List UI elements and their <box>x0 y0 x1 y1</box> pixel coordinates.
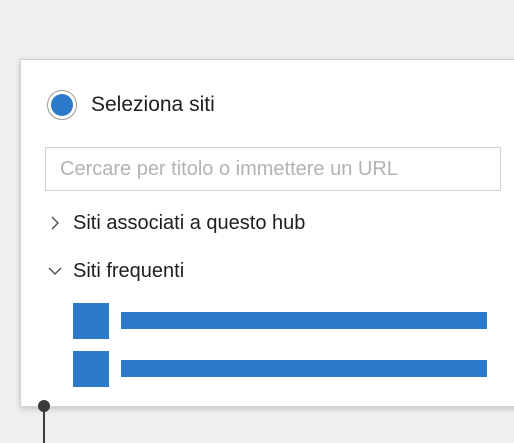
site-search-input[interactable] <box>45 147 501 191</box>
tree-item-label: Siti associati a questo hub <box>73 211 306 234</box>
tree-item-frequent-sites[interactable]: Siti frequenti <box>47 256 184 286</box>
select-sites-label: Seleziona siti <box>91 93 215 116</box>
tree-item-label: Siti frequenti <box>73 259 185 282</box>
callout-connector-line <box>43 406 45 443</box>
site-thumbnail <box>73 303 109 339</box>
tree-item-hub-associated-sites[interactable]: Siti associati a questo hub <box>47 208 305 238</box>
frequent-site-item[interactable] <box>73 351 487 387</box>
chevron-right-icon[interactable] <box>47 215 63 231</box>
frequent-site-item[interactable] <box>73 303 487 339</box>
radio-selected-dot <box>51 94 73 116</box>
site-name-placeholder <box>121 360 487 377</box>
site-thumbnail <box>73 351 109 387</box>
chevron-down-icon[interactable] <box>47 263 63 279</box>
site-selector-panel: Seleziona siti Siti associati a questo h… <box>20 59 514 407</box>
radio-button[interactable] <box>47 90 77 120</box>
select-sites-option[interactable]: Seleziona siti <box>47 88 215 122</box>
site-name-placeholder <box>121 312 487 329</box>
